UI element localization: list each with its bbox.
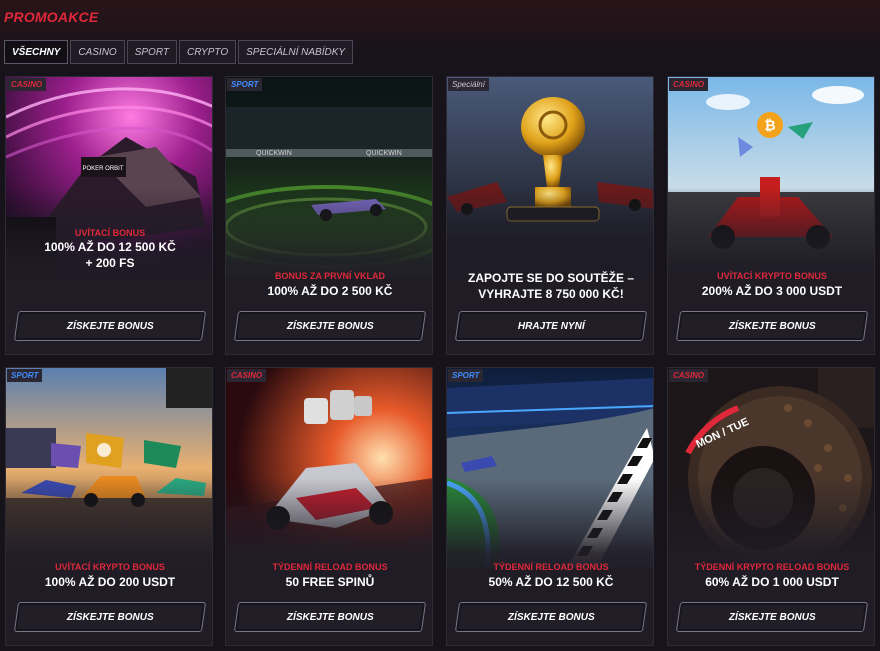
category-badge: Speciální xyxy=(448,78,489,91)
promo-card-casino-weekly-reload: CASINO TÝDENNÍ RELOAD BONUS 50 FREE SPIN… xyxy=(225,367,433,646)
get-bonus-button[interactable]: ZÍSKEJTE BONUS xyxy=(675,602,869,632)
tab-all[interactable]: VŠECHNY xyxy=(4,40,69,64)
promo-title-line1: 50% AŽ DO 12 500 KČ xyxy=(488,575,614,589)
get-bonus-button[interactable]: ZÍSKEJTE BONUS xyxy=(233,602,427,632)
promo-title-line1: 60% AŽ DO 1 000 USDT xyxy=(705,575,839,589)
tab-sport[interactable]: SPORT xyxy=(126,40,177,64)
promo-title-line1: 200% AŽ DO 3 000 USDT xyxy=(701,284,843,298)
category-badge: CASINO xyxy=(669,369,709,382)
promo-card-sport-weekly-reload: SPORT TÝDENNÍ RELOAD BONUS 50% AŽ DO 12 … xyxy=(446,367,654,646)
svg-text:₿: ₿ xyxy=(764,117,775,133)
promo-card-sport-crypto-welcome: SPORT UVÍTACÍ KRYPTO BONUS 100% AŽ DO 20… xyxy=(5,367,213,646)
get-bonus-button[interactable]: ZÍSKEJTE BONUS xyxy=(13,602,207,632)
svg-text:QUICKWIN: QUICKWIN xyxy=(366,150,402,157)
promo-card-casino-welcome: POKER ORBIT CASINO UVÍTACÍ BONUS 100% AŽ… xyxy=(5,76,213,355)
category-badge: SPORT xyxy=(227,78,263,91)
category-badge: SPORT xyxy=(448,369,484,382)
promo-filter-tabs: VŠECHNY CASINO SPORT CRYPTO SPECIÁLNÍ NA… xyxy=(4,40,354,64)
promo-subtitle: TÝDENNÍ RELOAD BONUS xyxy=(272,562,388,572)
promo-title-line2: + 200 FS xyxy=(85,256,135,270)
promo-title-line1: 50 FREE SPINŮ xyxy=(285,575,375,589)
tab-casino[interactable]: CASINO xyxy=(70,40,125,64)
promo-title-line1: 100% AŽ DO 200 USDT xyxy=(44,575,176,589)
category-badge: CASINO xyxy=(227,369,267,382)
category-badge: CASINO xyxy=(7,78,47,91)
promo-subtitle: TÝDENNÍ KRYPTO RELOAD BONUS xyxy=(694,562,850,572)
promo-title-line1: 100% AŽ DO 2 500 KČ xyxy=(267,284,393,298)
category-badge: SPORT xyxy=(7,369,43,382)
promo-subtitle: UVÍTACÍ KRYPTO BONUS xyxy=(55,562,165,572)
category-badge: CASINO xyxy=(669,78,709,91)
promo-title-line2: VYHRAJTE 8 750 000 KČ! xyxy=(478,287,624,301)
get-bonus-button[interactable]: ZÍSKEJTE BONUS xyxy=(675,311,869,341)
poker-sign: POKER ORBIT xyxy=(82,166,123,172)
promo-subtitle: UVÍTACÍ KRYPTO BONUS xyxy=(717,271,827,281)
promo-title-line1: 100% AŽ DO 12 500 KČ xyxy=(44,240,176,254)
get-bonus-button[interactable]: ZÍSKEJTE BONUS xyxy=(13,311,207,341)
get-bonus-button[interactable]: ZÍSKEJTE BONUS xyxy=(454,602,648,632)
tab-special-offers[interactable]: SPECIÁLNÍ NABÍDKY xyxy=(238,40,354,64)
promo-card-casino-weekly-crypto-reload: MON / TUE CASINO TÝDENNÍ KRYPTO RELOAD B… xyxy=(667,367,875,646)
promo-card-sport-first-deposit: QUICKWIN QUICKWIN SPORT BONUS ZA PRVNÍ V… xyxy=(225,76,433,355)
promo-card-special-tournament: Speciální ZAPOJTE SE DO SOUTĚŽE – VYHRAJ… xyxy=(446,76,654,355)
get-bonus-button[interactable]: ZÍSKEJTE BONUS xyxy=(233,311,427,341)
play-now-button[interactable]: HRAJTE NYNÍ xyxy=(454,311,648,341)
tab-crypto[interactable]: CRYPTO xyxy=(178,40,237,64)
page-title: PROMOAKCE xyxy=(4,9,99,25)
promo-subtitle: UVÍTACÍ BONUS xyxy=(74,228,146,238)
promo-subtitle: BONUS ZA PRVNÍ VKLAD xyxy=(274,271,385,281)
promo-subtitle: TÝDENNÍ RELOAD BONUS xyxy=(493,562,609,572)
promo-card-casino-crypto-welcome: ₿ CASINO UVÍTACÍ KRYPTO BONUS 200% AŽ DO… xyxy=(667,76,875,355)
stadium-sign: QUICKWIN xyxy=(256,150,292,157)
promo-title-line1: ZAPOJTE SE DO SOUTĚŽE – xyxy=(467,271,635,285)
